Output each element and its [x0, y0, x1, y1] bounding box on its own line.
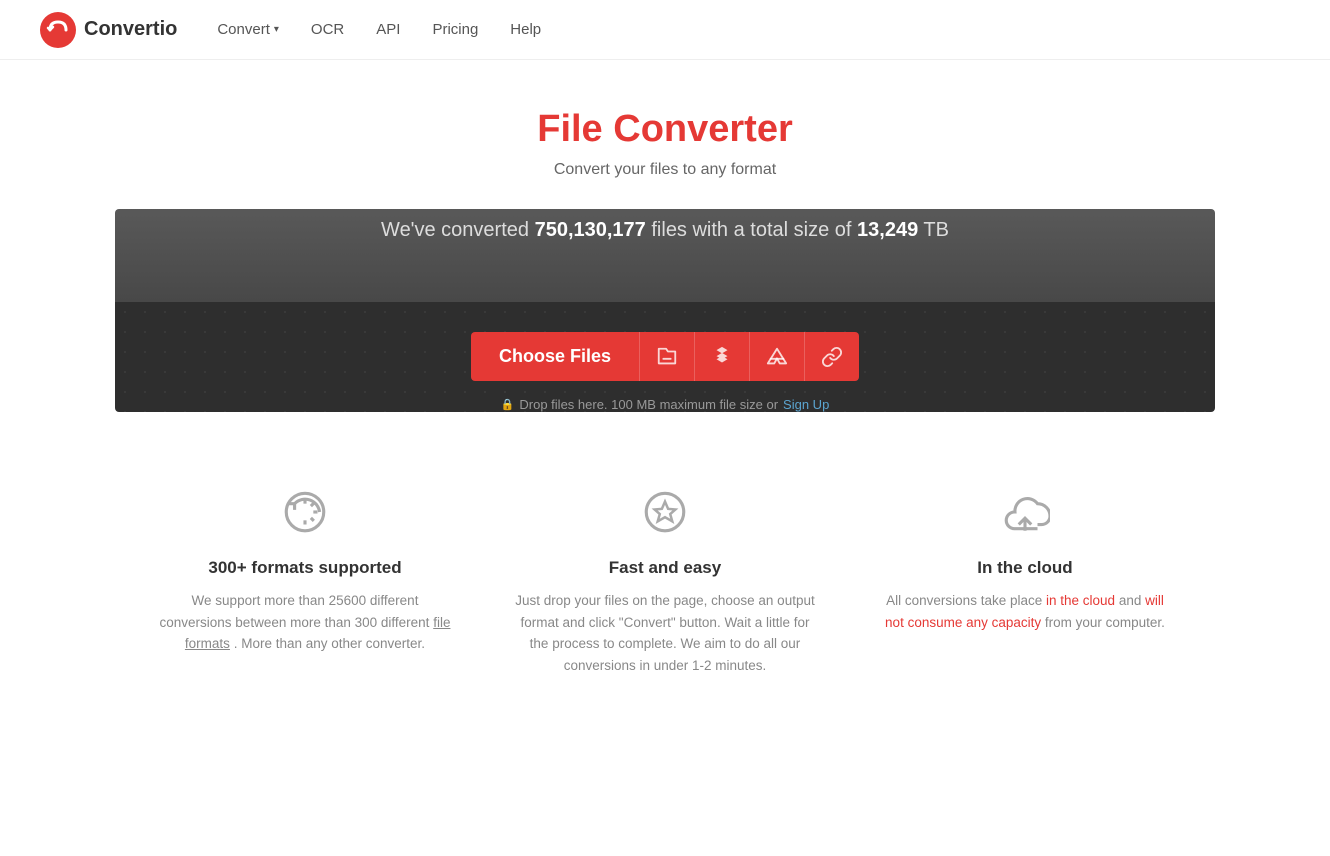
page-subtitle: Convert your files to any format	[20, 161, 1310, 179]
converter-bottom: Choose Files	[115, 302, 1215, 412]
feature-fast: Fast and easy Just drop your files on th…	[515, 482, 815, 676]
stats-number: 750,130,177	[535, 219, 646, 241]
logo-text: Convertio	[84, 18, 177, 41]
drop-info: 🔒 Drop files here. 100 MB maximum file s…	[115, 397, 1215, 412]
cloud-upload-icon	[995, 482, 1055, 542]
choose-files-button[interactable]: Choose Files	[471, 332, 639, 381]
feature-formats-title: 300+ formats supported	[155, 558, 455, 578]
nav-item-pricing[interactable]: Pricing	[432, 21, 478, 38]
feature-formats-desc: We support more than 25600 different con…	[155, 590, 455, 655]
url-link-icon[interactable]	[804, 332, 859, 381]
lock-icon: 🔒	[501, 398, 515, 411]
nav-item-help[interactable]: Help	[510, 21, 541, 38]
refresh-icon	[275, 482, 335, 542]
hero-section: File Converter Convert your files to any…	[0, 60, 1330, 209]
feature-cloud-title: In the cloud	[875, 558, 1175, 578]
nav-item-api[interactable]: API	[376, 21, 400, 38]
google-drive-icon[interactable]	[749, 332, 804, 381]
converter-box: ✕ We've converted 750,130,177 files with…	[115, 209, 1215, 412]
dropbox-icon[interactable]	[694, 332, 749, 381]
converter-top: ✕ We've converted 750,130,177 files with…	[115, 209, 1215, 302]
stats-size: 13,249	[857, 219, 918, 241]
cloud-icons-group	[639, 332, 859, 381]
feature-fast-title: Fast and easy	[515, 558, 815, 578]
features-section: 300+ formats supported We support more t…	[115, 412, 1215, 716]
star-icon	[635, 482, 695, 542]
stats-text: We've converted 750,130,177 files with a…	[115, 209, 1215, 272]
chevron-down-icon: ▾	[274, 24, 279, 35]
feature-cloud: In the cloud All conversions take place …	[875, 482, 1175, 676]
logo[interactable]: Convertio	[40, 12, 177, 48]
page-title: File Converter	[20, 108, 1310, 151]
feature-formats: 300+ formats supported We support more t…	[155, 482, 455, 676]
upload-row: Choose Files	[440, 332, 890, 381]
file-manager-icon[interactable]	[640, 332, 694, 381]
navbar: Convertio Convert ▾ OCR API Pricing Help	[0, 0, 1330, 60]
nav-item-convert[interactable]: Convert ▾	[217, 21, 279, 38]
feature-fast-desc: Just drop your files on the page, choose…	[515, 590, 815, 676]
feature-cloud-desc: All conversions take place in the cloud …	[875, 590, 1175, 633]
signup-link[interactable]: Sign Up	[783, 397, 829, 412]
nav-item-ocr[interactable]: OCR	[311, 21, 344, 38]
